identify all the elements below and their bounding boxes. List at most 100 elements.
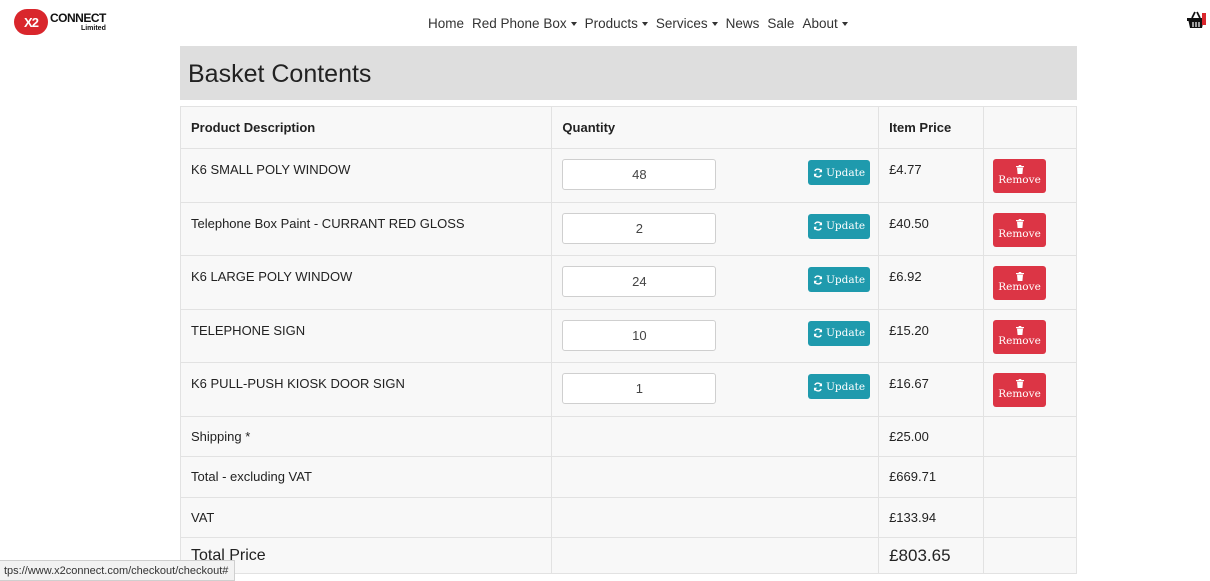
total-price-label: Total Price (179, 537, 553, 574)
item-actions: Remove (983, 362, 1077, 417)
summary-spacer (551, 415, 880, 457)
basket-icon[interactable] (1186, 10, 1206, 30)
item-description: TELEPHONE SIGN (179, 308, 553, 363)
item-actions: Remove (983, 308, 1077, 363)
nav-item-products[interactable]: Products (585, 16, 648, 31)
update-button[interactable]: Update (808, 267, 871, 292)
logo-badge: X2 (14, 9, 48, 35)
logo-text: CONNECT Limited (50, 12, 106, 32)
update-label: Update (826, 327, 866, 339)
nav-item-services[interactable]: Services (656, 16, 718, 31)
trash-icon (1015, 272, 1024, 282)
caret-down-icon (641, 21, 648, 26)
item-price: £15.20 (878, 308, 985, 363)
remove-button[interactable]: Remove (993, 159, 1047, 193)
update-label: Update (826, 166, 866, 179)
table-row: K6 SMALL POLY WINDOW Update £4.77 Remove (179, 148, 1077, 203)
summary-row-shipping: Shipping * £25.00 (179, 415, 1077, 457)
nav-item-news[interactable]: News (726, 16, 760, 31)
remove-label: Remove (998, 227, 1041, 240)
remove-button[interactable]: Remove (993, 373, 1047, 407)
refresh-icon (813, 167, 823, 178)
caret-down-icon (570, 21, 577, 26)
update-button[interactable]: Update (808, 374, 871, 399)
item-actions: Remove (983, 255, 1077, 310)
nav-item-label: Red Phone Box (472, 16, 567, 31)
item-quantity-cell: Update (551, 255, 880, 310)
item-actions: Remove (983, 148, 1077, 203)
refresh-icon (813, 274, 823, 285)
nav-item-label: Services (655, 16, 708, 31)
nav-item-about[interactable]: About (802, 16, 848, 31)
summary-label: VAT (179, 496, 553, 538)
item-price: £6.92 (878, 255, 985, 310)
refresh-icon (813, 328, 823, 338)
update-button[interactable]: Update (808, 320, 871, 346)
remove-label: Remove (998, 281, 1041, 294)
nav-item-red-phone-box[interactable]: Red Phone Box (472, 16, 577, 31)
update-label: Update (826, 220, 866, 232)
item-description: Telephone Box Paint - CURRANT RED GLOSS (179, 201, 553, 256)
trash-icon (1015, 218, 1024, 228)
caret-down-icon (711, 21, 718, 26)
item-price: £16.67 (878, 362, 985, 417)
table-row: TELEPHONE SIGN Update £15.20 Remove (179, 308, 1077, 363)
summary-row-total-price: Total Price £803.65 (179, 537, 1077, 574)
item-quantity-cell: Update (551, 308, 880, 363)
logo-line1: CONNECT (50, 11, 106, 25)
nav-item-label: Sale (767, 16, 795, 31)
remove-button[interactable]: Remove (993, 319, 1047, 354)
remove-button[interactable]: Remove (993, 212, 1047, 247)
main-nav: Home Red Phone Box Products Services New… (428, 16, 848, 31)
summary-row-total-ex-vat: Total - excluding VAT £669.71 (179, 456, 1077, 498)
nav-item-label: Home (428, 16, 465, 31)
nav-item-label: News (725, 16, 760, 31)
item-price: £40.50 (878, 201, 985, 256)
trash-icon (1015, 325, 1024, 335)
trash-icon (1015, 379, 1024, 389)
summary-value: £669.71 (878, 456, 985, 498)
item-description: K6 SMALL POLY WINDOW (179, 148, 553, 203)
summary-spacer (551, 496, 880, 538)
header-item-price: Item Price (878, 106, 985, 149)
update-button[interactable]: Update (808, 160, 871, 185)
remove-button[interactable]: Remove (993, 266, 1047, 300)
header-actions (983, 106, 1077, 149)
total-price-value: £803.65 (878, 537, 985, 574)
quantity-input[interactable] (562, 159, 717, 190)
summary-label: Shipping * (179, 415, 553, 457)
remove-label: Remove (998, 334, 1041, 347)
item-quantity-cell: Update (551, 362, 880, 417)
refresh-icon (813, 381, 823, 392)
quantity-input[interactable] (562, 212, 717, 244)
update-label: Update (826, 380, 866, 393)
nav-item-sale[interactable]: Sale (767, 16, 794, 31)
header-product-description: Product Description (179, 106, 553, 149)
summary-label: Total - excluding VAT (179, 456, 553, 498)
item-quantity-cell: Update (551, 201, 880, 256)
remove-label: Remove (998, 388, 1041, 401)
summary-spacer (983, 415, 1077, 457)
quantity-input[interactable] (562, 373, 717, 404)
page-title: Basket Contents (188, 60, 372, 88)
summary-spacer (551, 456, 880, 498)
site-logo[interactable]: X2 CONNECT Limited (14, 8, 114, 36)
table-row: Telephone Box Paint - CURRANT RED GLOSS … (179, 201, 1077, 256)
update-label: Update (826, 273, 866, 286)
table-row: K6 LARGE POLY WINDOW Update £6.92 Remove (179, 255, 1077, 310)
quantity-input[interactable] (562, 266, 717, 297)
page-heading-bar: Basket Contents (180, 46, 1077, 100)
quantity-input[interactable] (562, 319, 717, 351)
table-header-row: Product Description Quantity Item Price (179, 106, 1077, 149)
top-navbar: X2 CONNECT Limited Home Red Phone Box Pr… (0, 0, 1210, 46)
summary-row-vat: VAT £133.94 (179, 496, 1077, 538)
nav-item-label: Products (584, 16, 638, 31)
nav-item-home[interactable]: Home (428, 16, 464, 31)
summary-spacer (983, 456, 1077, 498)
item-description: K6 LARGE POLY WINDOW (179, 255, 553, 310)
logo-line2: Limited (80, 25, 106, 32)
item-description: K6 PULL-PUSH KIOSK DOOR SIGN (179, 362, 553, 417)
table-row: K6 PULL-PUSH KIOSK DOOR SIGN Update £16.… (179, 362, 1077, 417)
update-button[interactable]: Update (808, 213, 871, 239)
caret-down-icon (841, 21, 848, 26)
